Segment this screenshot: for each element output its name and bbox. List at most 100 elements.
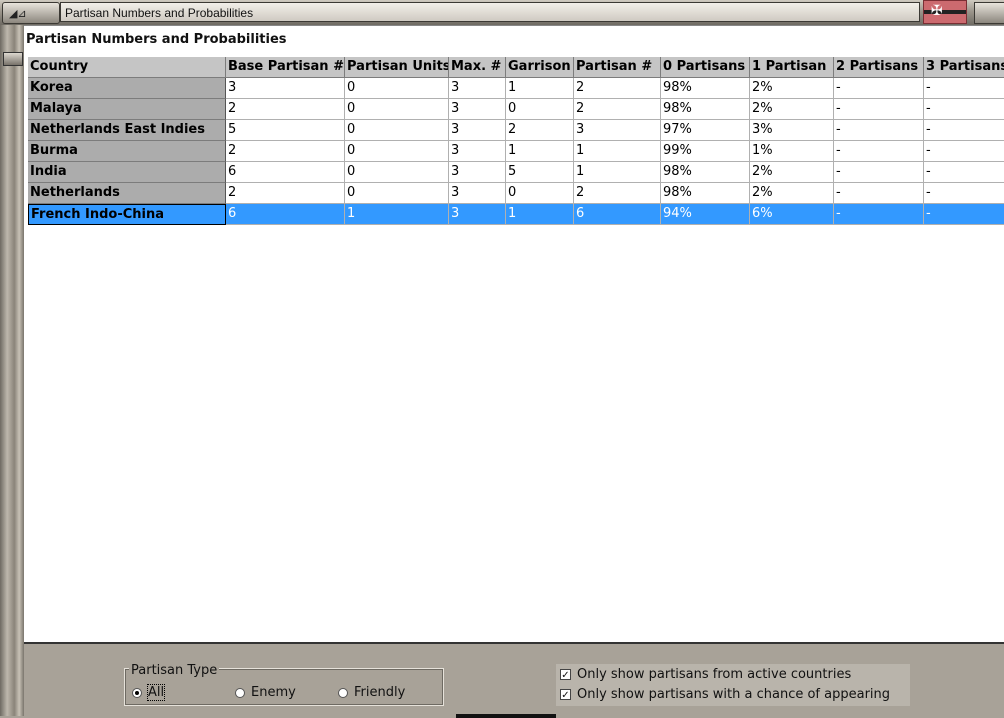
table-cell[interactable]: - xyxy=(834,183,924,204)
table-row-header[interactable]: French Indo-China xyxy=(28,204,226,225)
table-cell[interactable]: - xyxy=(834,120,924,141)
table-cell[interactable]: 0 xyxy=(345,183,449,204)
table-row-header[interactable]: Burma xyxy=(28,141,226,162)
column-header-garrison[interactable]: Garrison xyxy=(506,57,574,78)
table-cell[interactable]: 2% xyxy=(750,183,834,204)
table-cell[interactable]: - xyxy=(924,141,1004,162)
chance-appearing-check-icon[interactable]: ✓ xyxy=(560,689,571,701)
radio-enemy-dot[interactable] xyxy=(235,687,245,698)
table-cell[interactable]: 3 xyxy=(449,78,506,99)
radio-friendly-dot[interactable] xyxy=(338,687,348,698)
table-cell[interactable]: - xyxy=(834,204,924,225)
table-cell[interactable]: 2% xyxy=(750,99,834,120)
radio-enemy[interactable]: Enemy xyxy=(235,685,296,700)
table-cell[interactable]: 2 xyxy=(506,120,574,141)
table-cell[interactable]: 0 xyxy=(345,99,449,120)
table-cell[interactable]: 6 xyxy=(574,204,661,225)
column-header-partisan-num[interactable]: Partisan # xyxy=(574,57,661,78)
table-cell[interactable]: - xyxy=(834,99,924,120)
window-side-button[interactable] xyxy=(974,2,1004,24)
table-row-header[interactable]: Korea xyxy=(28,78,226,99)
title-bar: ◢⊿ Partisan Numbers and Probabilities ✠ xyxy=(0,0,1004,26)
table-cell[interactable]: - xyxy=(924,99,1004,120)
table-row-header[interactable]: Malaya xyxy=(28,99,226,120)
table-cell[interactable]: 1 xyxy=(345,204,449,225)
window-title: Partisan Numbers and Probabilities xyxy=(60,2,920,22)
table-cell[interactable]: 1 xyxy=(574,162,661,183)
table-cell[interactable]: 6 xyxy=(226,204,345,225)
table-cell[interactable]: - xyxy=(834,78,924,99)
table-row-header[interactable]: India xyxy=(28,162,226,183)
column-header-country[interactable]: Country xyxy=(28,57,226,78)
window-menu-button[interactable]: ◢⊿ xyxy=(2,2,60,24)
table-cell[interactable]: 98% xyxy=(661,162,750,183)
column-header-p1[interactable]: 1 Partisan xyxy=(750,57,834,78)
table-cell[interactable]: 2 xyxy=(226,99,345,120)
table-cell[interactable]: 5 xyxy=(226,120,345,141)
table-cell[interactable]: 2 xyxy=(226,183,345,204)
table-cell[interactable]: - xyxy=(924,204,1004,225)
column-header-base-partisan[interactable]: Base Partisan # xyxy=(226,57,345,78)
radio-all-dot[interactable] xyxy=(132,687,142,698)
table-cell[interactable]: 1 xyxy=(506,204,574,225)
table-cell[interactable]: 0 xyxy=(506,99,574,120)
nation-flag-icon: ✠ xyxy=(923,0,967,24)
table-cell[interactable]: - xyxy=(834,162,924,183)
table-cell[interactable]: 0 xyxy=(345,120,449,141)
table-cell[interactable]: 2 xyxy=(574,78,661,99)
column-header-p0[interactable]: 0 Partisans xyxy=(661,57,750,78)
table-cell[interactable]: 6% xyxy=(750,204,834,225)
main-panel: Partisan Numbers and Probabilities Count… xyxy=(24,25,1004,643)
table-cell[interactable]: 1 xyxy=(506,78,574,99)
table-cell[interactable]: 0 xyxy=(345,162,449,183)
bottom-bar: Partisan Type All Enemy Friendly ✓ Only … xyxy=(24,642,1004,718)
table-cell[interactable]: 3 xyxy=(449,204,506,225)
table-cell[interactable]: 3 xyxy=(574,120,661,141)
table-cell[interactable]: 97% xyxy=(661,120,750,141)
table-cell[interactable]: - xyxy=(924,120,1004,141)
table-cell[interactable]: 3 xyxy=(449,141,506,162)
table-cell[interactable]: - xyxy=(924,78,1004,99)
column-header-max[interactable]: Max. # xyxy=(449,57,506,78)
table-cell[interactable]: 2 xyxy=(226,141,345,162)
table-cell[interactable]: 1% xyxy=(750,141,834,162)
table-cell[interactable]: 1 xyxy=(574,141,661,162)
table-cell[interactable]: 2 xyxy=(574,99,661,120)
table-cell[interactable]: 5 xyxy=(506,162,574,183)
radio-all[interactable]: All xyxy=(132,684,166,701)
column-header-p2[interactable]: 2 Partisans xyxy=(834,57,924,78)
table-cell[interactable]: - xyxy=(924,183,1004,204)
table-cell[interactable]: 3% xyxy=(750,120,834,141)
table-cell[interactable]: - xyxy=(924,162,1004,183)
table-cell[interactable]: 99% xyxy=(661,141,750,162)
radio-enemy-label: Enemy xyxy=(251,685,296,700)
table-cell[interactable]: 94% xyxy=(661,204,750,225)
active-countries-check-icon[interactable]: ✓ xyxy=(560,669,571,681)
table-cell[interactable]: 1 xyxy=(506,141,574,162)
table-cell[interactable]: 98% xyxy=(661,183,750,204)
table-row-header[interactable]: Netherlands xyxy=(28,183,226,204)
table-cell[interactable]: 0 xyxy=(506,183,574,204)
table-cell[interactable]: 3 xyxy=(449,162,506,183)
column-header-p3[interactable]: 3 Partisans xyxy=(924,57,1004,78)
table-cell[interactable]: 98% xyxy=(661,78,750,99)
table-cell[interactable]: 2% xyxy=(750,162,834,183)
table-cell[interactable]: 2% xyxy=(750,78,834,99)
table-cell[interactable]: 98% xyxy=(661,99,750,120)
table-cell[interactable]: 6 xyxy=(226,162,345,183)
table-cell[interactable]: 0 xyxy=(345,78,449,99)
active-countries-checkbox[interactable]: ✓ Only show partisans from active countr… xyxy=(560,667,851,682)
column-header-partisan-units[interactable]: Partisan Units xyxy=(345,57,449,78)
table-cell[interactable]: 0 xyxy=(345,141,449,162)
table-cell[interactable]: 3 xyxy=(226,78,345,99)
radio-friendly[interactable]: Friendly xyxy=(338,685,405,700)
table-cell[interactable]: 3 xyxy=(449,183,506,204)
filter-checkboxes: ✓ Only show partisans from active countr… xyxy=(556,664,910,706)
table-cell[interactable]: 3 xyxy=(449,99,506,120)
table-row-header[interactable]: Netherlands East Indies xyxy=(28,120,226,141)
table-cell[interactable]: - xyxy=(834,141,924,162)
table-cell[interactable]: 3 xyxy=(449,120,506,141)
table-cell[interactable]: 2 xyxy=(574,183,661,204)
frame-handle[interactable] xyxy=(3,52,23,66)
chance-appearing-checkbox[interactable]: ✓ Only show partisans with a chance of a… xyxy=(560,687,890,702)
